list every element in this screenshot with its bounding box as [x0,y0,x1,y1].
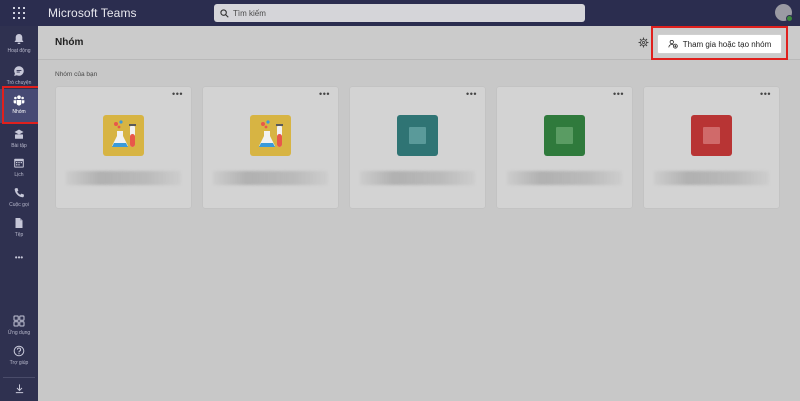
team-thumbnail [544,115,585,156]
team-thumbnail [103,115,144,156]
help-icon [13,345,25,357]
title-bar: Microsoft Teams [0,0,800,26]
more-options-icon[interactable]: ••• [319,90,330,99]
phone-icon [14,188,24,198]
science-flask-icon [112,120,136,147]
teams-highlight-box [2,86,40,124]
rail-item-files[interactable]: Tệp [0,212,38,246]
team-name-blurred [66,171,181,185]
rail-item-calendar[interactable]: Lịch [0,152,38,186]
team-name-blurred [360,171,475,185]
team-thumbnail [691,115,732,156]
gear-icon[interactable] [638,37,649,48]
more-icon: ••• [14,253,24,262]
rail-item-label: Trợ giúp [9,360,29,366]
team-name-blurred [507,171,622,185]
rail-item-label: Lịch [14,172,24,178]
rail-item-more[interactable]: ••• [0,248,38,282]
main-content: Nhóm Tham gia hoặc tạo nhóm Nhóm của bạn… [38,26,800,401]
rail-item-label: Cuộc gọi [9,202,29,208]
rail-item-label: Bài tập [11,143,27,149]
rail-item-activity[interactable]: Hoạt động [0,28,38,62]
rail-item-label: Tệp [14,232,24,238]
rail-item-calls[interactable]: Cuộc gọi [0,182,38,216]
status-badge [786,15,793,22]
app-bar: Hoạt động Trò chuyện Nhóm Bài tập Lịch C… [0,26,38,401]
calendar-icon [14,158,24,168]
chat-icon [14,66,24,76]
rail-item-apps[interactable]: Ứng dụng [0,310,38,344]
app-title: Microsoft Teams [48,6,137,20]
download-button[interactable] [3,377,35,399]
team-thumbnail-square [409,127,426,144]
team-card[interactable]: ••• [350,87,485,208]
section-label: Nhóm của bạn [55,71,98,78]
download-icon [15,384,23,394]
team-thumbnail [397,115,438,156]
rail-item-label: Hoạt động [7,48,31,54]
apps-icon [13,315,25,327]
page-title: Nhóm [55,37,84,48]
science-flask-icon [259,120,283,147]
more-options-icon[interactable]: ••• [613,90,624,99]
assignments-icon [14,129,24,139]
team-name-blurred [213,171,328,185]
rail-item-label: Ứng dụng [7,330,31,336]
file-icon [15,218,23,228]
more-options-icon[interactable]: ••• [172,90,183,99]
team-name-blurred [654,171,769,185]
team-thumbnail [250,115,291,156]
team-thumbnail-square [556,127,573,144]
avatar[interactable] [775,4,793,22]
search-input[interactable] [233,8,553,18]
app-launcher-icon[interactable] [0,0,38,26]
search-box[interactable] [214,4,585,22]
search-icon [220,8,229,18]
bell-icon [14,34,24,44]
join-button-highlight-box [651,26,788,60]
team-card[interactable]: ••• [644,87,779,208]
more-options-icon[interactable]: ••• [466,90,477,99]
more-options-icon[interactable]: ••• [760,90,771,99]
team-card[interactable]: ••• [203,87,338,208]
rail-item-help[interactable]: Trợ giúp [0,340,38,374]
team-card[interactable]: ••• [497,87,632,208]
team-card[interactable]: ••• [56,87,191,208]
team-thumbnail-square [703,127,720,144]
